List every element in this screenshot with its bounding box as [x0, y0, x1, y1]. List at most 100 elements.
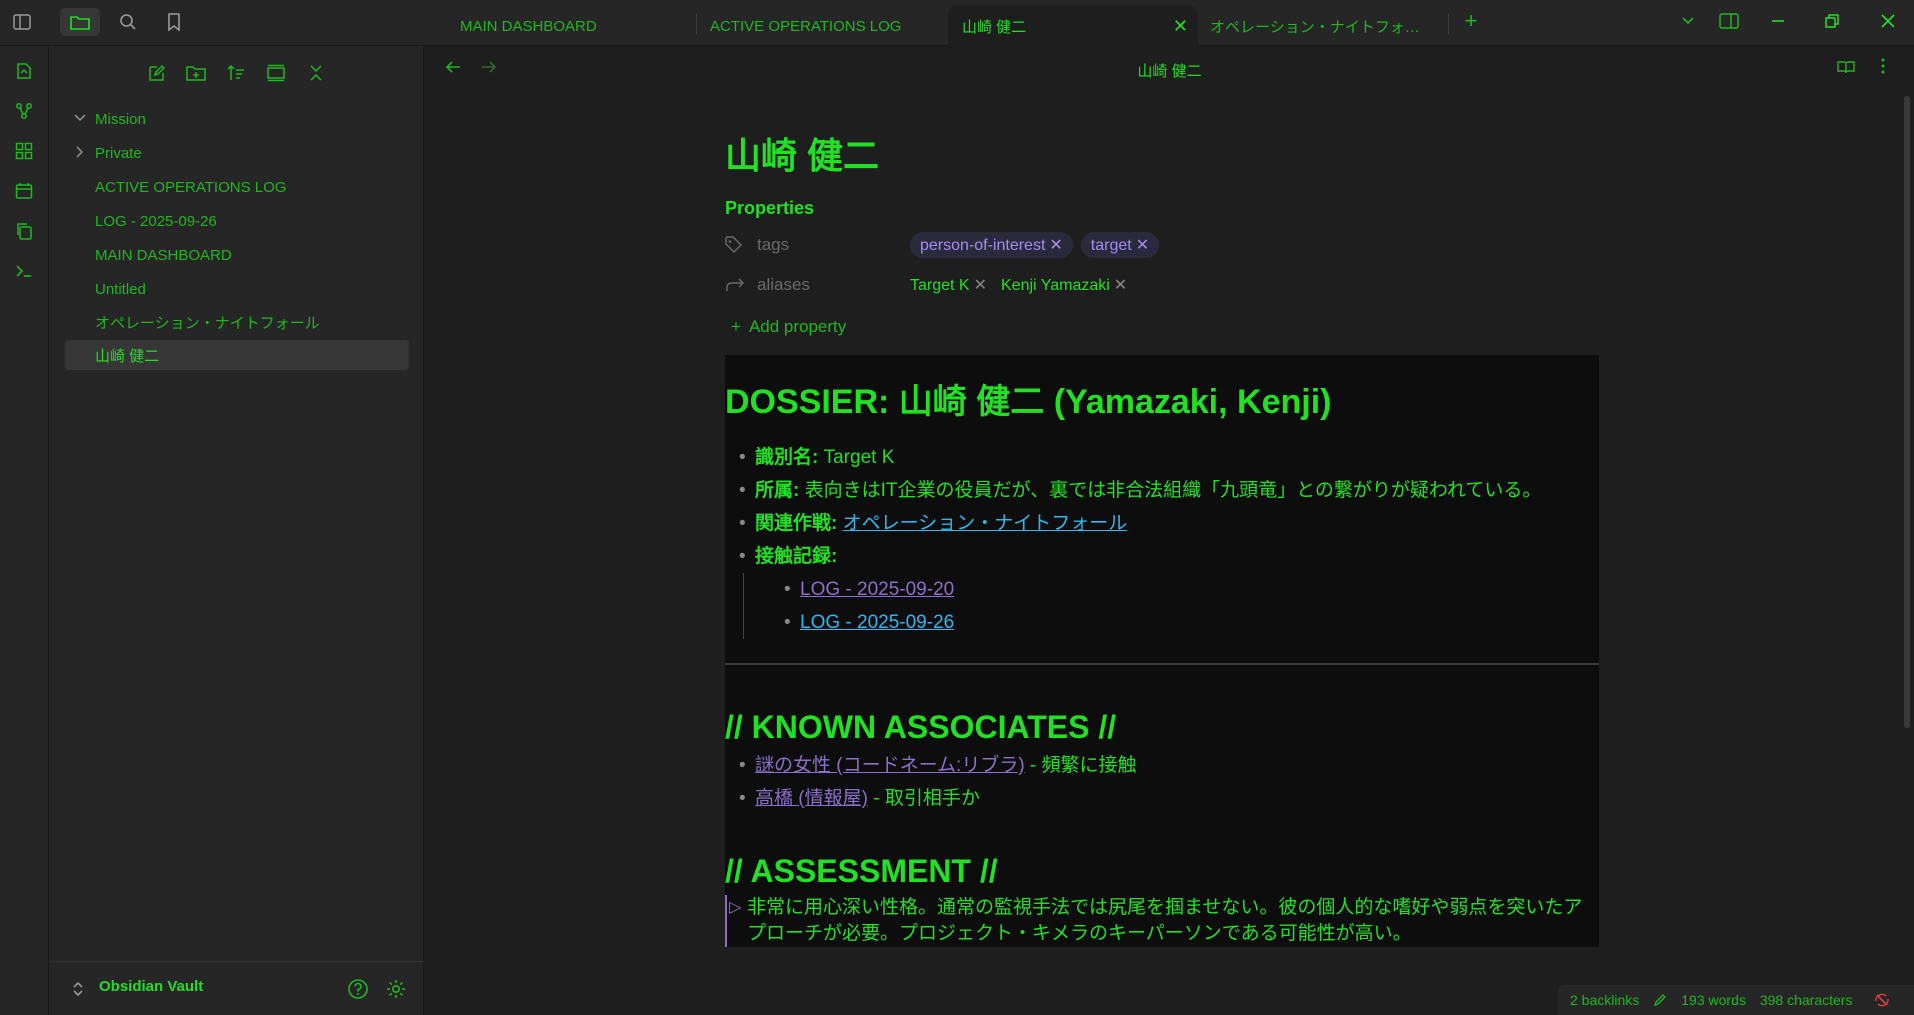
- restore-icon[interactable]: [1812, 8, 1852, 34]
- alias-pill[interactable]: Target K ✕: [910, 275, 987, 295]
- help-icon[interactable]: [347, 978, 369, 1000]
- add-property-button[interactable]: + Add property: [725, 309, 1599, 345]
- close-icon[interactable]: ✕: [1173, 16, 1188, 37]
- property-key-label: tags: [757, 235, 790, 254]
- search-icon[interactable]: [112, 8, 144, 36]
- terminal-icon[interactable]: [9, 256, 39, 286]
- callout-marker-icon: ▷: [729, 899, 742, 916]
- chevron-down-icon[interactable]: [1668, 8, 1708, 34]
- list-item[interactable]: 接触記録:: [725, 540, 1599, 573]
- unresolved-link[interactable]: LOG - 2025-09-20: [800, 579, 954, 600]
- associates-heading[interactable]: // KNOWN ASSOCIATES //: [725, 705, 1599, 749]
- tree-file-main-dashboard[interactable]: MAIN DASHBOARD: [65, 240, 409, 270]
- unresolved-link[interactable]: 高橋 (情報屋): [755, 788, 868, 809]
- internal-link[interactable]: オペレーション・ナイトフォール: [843, 513, 1128, 534]
- internal-link[interactable]: LOG - 2025-09-26: [800, 612, 954, 633]
- tree-file-operation-nightfall[interactable]: オペレーション・ナイトフォール: [65, 307, 409, 337]
- minimize-icon[interactable]: [1758, 8, 1798, 34]
- sort-icon[interactable]: [221, 58, 251, 88]
- tree-file-untitled[interactable]: Untitled: [65, 274, 409, 304]
- field-label: 識別名:: [755, 447, 819, 468]
- unresolved-link[interactable]: 謎の女性 (コードネーム:リブラ): [755, 755, 1025, 776]
- property-key[interactable]: tags: [725, 235, 789, 255]
- tree-folder-mission[interactable]: Mission: [65, 104, 409, 134]
- auto-reveal-icon[interactable]: [261, 58, 291, 88]
- tab-operation-nightfall[interactable]: オペレーション・ナイトフォ…: [1196, 6, 1446, 46]
- assessment-text: 非常に用心深い性格。通常の監視手法では尻尾を掴ませない。彼の個人的な嗜好や弱点を…: [747, 897, 1583, 944]
- status-bar: 2 backlinks 193 words 398 characters: [1558, 985, 1914, 1015]
- vault-switcher[interactable]: Obsidian Vault: [49, 961, 424, 1015]
- list-item[interactable]: LOG - 2025-09-20: [744, 573, 1144, 606]
- bookmark-icon[interactable]: [158, 8, 190, 36]
- open-quick-switcher-icon[interactable]: [9, 56, 39, 86]
- sync-disabled-icon[interactable]: [1874, 992, 1890, 1008]
- assessment-callout[interactable]: ▷ 非常に用心深い性格。通常の監視手法では尻尾を掴ませない。彼の個人的な嗜好や弱…: [725, 895, 1599, 947]
- editor-pane: 山崎 健二 山崎 健二 Properties tags person-of-in…: [425, 46, 1914, 1015]
- property-key[interactable]: aliases: [725, 275, 810, 295]
- remove-alias-icon[interactable]: ✕: [974, 277, 987, 294]
- canvas-icon[interactable]: [9, 136, 39, 166]
- tree-file-log-2025-09-26[interactable]: LOG - 2025-09-26: [65, 206, 409, 236]
- remove-tag-icon[interactable]: ✕: [1049, 237, 1062, 254]
- reading-view-icon[interactable]: [1837, 58, 1855, 79]
- horizontal-rule: [725, 663, 1599, 665]
- pencil-icon[interactable]: [1653, 993, 1667, 1007]
- remove-tag-icon[interactable]: ✕: [1136, 237, 1149, 254]
- tree-item-label: オペレーション・ナイトフォール: [95, 314, 320, 332]
- tab-label: オペレーション・ナイトフォ…: [1210, 18, 1420, 36]
- tab-label: 山崎 健二: [962, 18, 1027, 36]
- list-item[interactable]: 高橋 (情報屋) - 取引相手か: [725, 782, 1599, 815]
- property-value[interactable]: Target K ✕ Kenji Yamazaki ✕: [910, 275, 1133, 295]
- remove-alias-icon[interactable]: ✕: [1114, 277, 1127, 294]
- property-value[interactable]: person-of-interest ✕ target ✕: [910, 232, 1160, 258]
- new-folder-icon[interactable]: [181, 58, 211, 88]
- list-item[interactable]: LOG - 2025-09-26: [744, 606, 1144, 639]
- list-item[interactable]: 謎の女性 (コードネーム:リブラ) - 頻繁に接触: [725, 749, 1599, 782]
- close-window-icon[interactable]: [1868, 8, 1908, 34]
- sidebar-toggle-icon[interactable]: [6, 8, 38, 36]
- tree-item-label: 山崎 健二: [95, 347, 160, 365]
- tree-folder-private[interactable]: Private: [65, 138, 409, 168]
- alias-label: Kenji Yamazaki: [1001, 277, 1110, 294]
- property-aliases: aliases Target K ✕ Kenji Yamazaki ✕: [725, 265, 1599, 305]
- alias-pill[interactable]: Kenji Yamazaki ✕: [1001, 275, 1127, 295]
- right-sidebar-toggle-icon[interactable]: [1709, 8, 1749, 34]
- view-header-title[interactable]: 山崎 健二: [425, 60, 1914, 81]
- copy-icon[interactable]: [9, 216, 39, 246]
- new-tab-icon[interactable]: +: [1451, 8, 1491, 34]
- files-icon[interactable]: [60, 8, 100, 36]
- tree-file-active-operations-log[interactable]: ACTIVE OPERATIONS LOG: [65, 172, 409, 202]
- tree-item-label: MAIN DASHBOARD: [95, 246, 232, 264]
- list-item[interactable]: 所属: 表向きはIT企業の役員だが、裏では非合法組織「九頭竜」との繋がりが疑われ…: [725, 474, 1599, 507]
- tab-yamazaki-kenji[interactable]: 山崎 健二 ✕: [948, 6, 1198, 46]
- properties-heading[interactable]: Properties: [725, 198, 1599, 219]
- file-explorer: Mission Private ACTIVE OPERATIONS LOG LO…: [49, 46, 424, 1015]
- tree-file-yamazaki-kenji[interactable]: 山崎 健二: [65, 340, 409, 370]
- more-options-icon[interactable]: [1880, 58, 1886, 79]
- plus-icon: +: [731, 317, 741, 336]
- tag-pill[interactable]: target ✕: [1080, 232, 1160, 258]
- obsidian-window: MAIN DASHBOARD ACTIVE OPERATIONS LOG 山崎 …: [0, 0, 1914, 1015]
- scrollbar[interactable]: [1904, 96, 1910, 728]
- backlinks-count[interactable]: 2 backlinks: [1570, 992, 1639, 1008]
- tags-icon: [725, 236, 743, 254]
- assessment-heading[interactable]: // ASSESSMENT //: [725, 849, 1599, 893]
- dossier-heading[interactable]: DOSSIER: 山崎 健二 (Yamazaki, Kenji): [725, 375, 1599, 429]
- list-item[interactable]: 関連作戦: オペレーション・ナイトフォール: [725, 507, 1599, 540]
- tab-main-dashboard[interactable]: MAIN DASHBOARD: [446, 6, 696, 46]
- tab-active-operations-log[interactable]: ACTIVE OPERATIONS LOG: [696, 6, 946, 46]
- tag-pill[interactable]: person-of-interest ✕: [910, 232, 1073, 258]
- collapse-all-icon[interactable]: [301, 58, 331, 88]
- field-label: 所属:: [755, 480, 800, 501]
- new-note-icon[interactable]: [141, 58, 171, 88]
- list-item[interactable]: 識別名: Target K: [725, 441, 1599, 474]
- graph-view-icon[interactable]: [9, 96, 39, 126]
- calendar-icon[interactable]: [9, 176, 39, 206]
- add-property-label: Add property: [748, 317, 847, 336]
- vault-name: Obsidian Vault: [99, 978, 204, 995]
- note-content: 山崎 健二 Properties tags person-of-interest…: [725, 126, 1599, 947]
- note-title[interactable]: 山崎 健二: [725, 126, 1599, 186]
- settings-gear-icon[interactable]: [385, 978, 407, 1000]
- dossier-block[interactable]: DOSSIER: 山崎 健二 (Yamazaki, Kenji) 識別名: Ta…: [725, 355, 1599, 947]
- tree-item-label: Untitled: [95, 280, 146, 298]
